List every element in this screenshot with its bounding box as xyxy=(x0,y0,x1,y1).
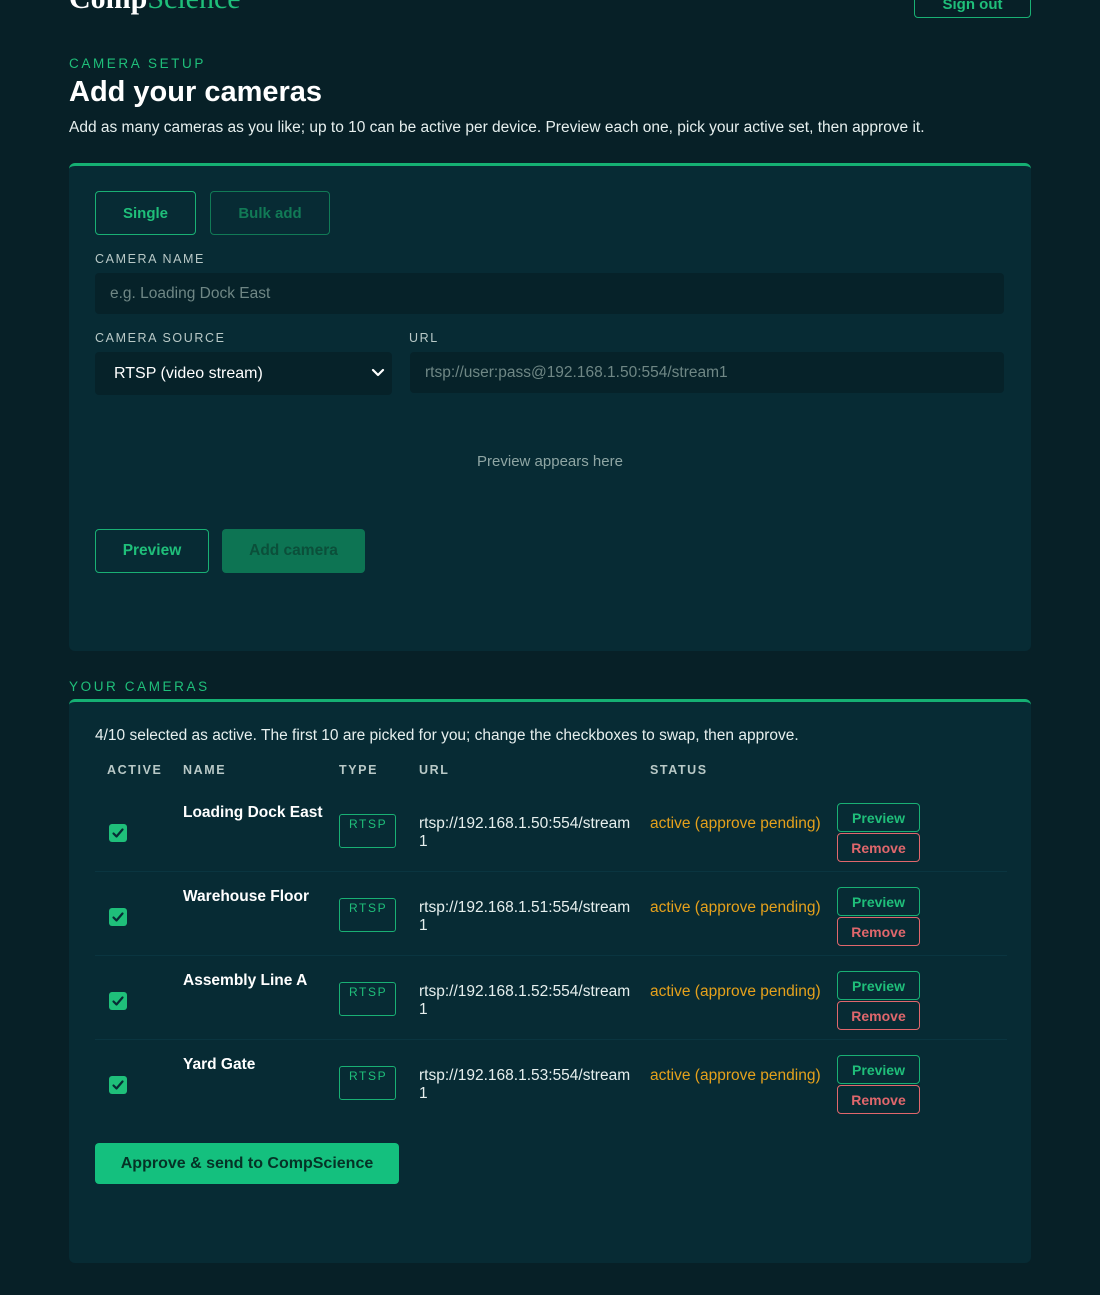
top-bar: CompScience Sign out xyxy=(0,0,1100,20)
column-url: URL xyxy=(419,763,450,777)
type-badge: RTSP xyxy=(339,898,396,932)
status-text: active (approve pending) xyxy=(650,983,821,1000)
row-remove-button[interactable]: Remove xyxy=(837,833,920,862)
active-checkbox[interactable] xyxy=(109,992,127,1010)
camera-name-label: CAMERA NAME xyxy=(95,252,205,266)
column-active: ACTIVE xyxy=(107,763,163,777)
camera-url: rtsp://192.168.1.53:554/stream1 xyxy=(419,1067,631,1102)
logo-text-main: Comp xyxy=(69,0,147,15)
checkmark-icon xyxy=(112,828,124,838)
row-remove-button[interactable]: Remove xyxy=(837,1001,920,1030)
camera-name-input[interactable] xyxy=(95,273,1004,314)
camera-name: Assembly Line A xyxy=(183,972,308,989)
preview-button[interactable]: Preview xyxy=(95,529,209,573)
type-badge: RTSP xyxy=(339,1066,396,1100)
column-status: STATUS xyxy=(650,763,708,777)
camera-source-label: CAMERA SOURCE xyxy=(95,331,226,345)
url-input[interactable] xyxy=(410,352,1004,393)
column-name: NAME xyxy=(183,763,227,777)
add-camera-card: Single Bulk add CAMERA NAME CAMERA SOURC… xyxy=(69,163,1031,651)
row-preview-button[interactable]: Preview xyxy=(837,1055,920,1084)
row-preview-button[interactable]: Preview xyxy=(837,887,920,916)
approve-send-button[interactable]: Approve & send to CompScience xyxy=(95,1143,399,1184)
column-type: TYPE xyxy=(339,763,379,777)
compscience-logo: CompScience xyxy=(69,0,241,14)
type-badge: RTSP xyxy=(339,982,396,1016)
mode-single-button[interactable]: Single xyxy=(95,191,196,235)
type-badge: RTSP xyxy=(339,814,396,848)
cameras-eyebrow: YOUR CAMERAS xyxy=(69,679,210,694)
checkmark-icon xyxy=(112,996,124,1006)
row-preview-button[interactable]: Preview xyxy=(837,803,920,832)
camera-name: Yard Gate xyxy=(183,1056,256,1073)
camera-source-value: RTSP (video stream) xyxy=(114,365,263,382)
checkmark-icon xyxy=(112,912,124,922)
camera-url: rtsp://192.168.1.51:554/stream1 xyxy=(419,899,631,934)
status-text: active (approve pending) xyxy=(650,815,821,832)
table-row: Loading Dock East RTSP rtsp://192.168.1.… xyxy=(95,788,1007,872)
row-remove-button[interactable]: Remove xyxy=(837,917,920,946)
table-row: Warehouse Floor RTSP rtsp://192.168.1.51… xyxy=(95,872,1007,956)
setup-intro: Add as many cameras as you like; up to 1… xyxy=(69,119,925,136)
chevron-down-icon xyxy=(368,362,388,382)
camera-url: rtsp://192.168.1.50:554/stream1 xyxy=(419,815,631,850)
preview-placeholder: Preview appears here xyxy=(477,453,623,470)
status-text: active (approve pending) xyxy=(650,1067,821,1084)
logo-text-accent: Science xyxy=(147,0,240,15)
setup-eyebrow: CAMERA SETUP xyxy=(69,56,206,71)
active-checkbox[interactable] xyxy=(109,824,127,842)
table-row: Yard Gate RTSP rtsp://192.168.1.53:554/s… xyxy=(95,1040,1007,1124)
status-text: active (approve pending) xyxy=(650,899,821,916)
add-camera-button[interactable]: Add camera xyxy=(222,529,365,573)
sign-out-button[interactable]: Sign out xyxy=(914,0,1031,18)
active-checkbox[interactable] xyxy=(109,908,127,926)
camera-name: Loading Dock East xyxy=(183,804,323,821)
table-row: Assembly Line A RTSP rtsp://192.168.1.52… xyxy=(95,956,1007,1040)
camera-source-select[interactable]: RTSP (video stream) xyxy=(95,352,392,395)
cameras-card: 4/10 selected as active. The first 10 ar… xyxy=(69,699,1031,1263)
page-title: Add your cameras xyxy=(69,76,323,108)
checkmark-icon xyxy=(112,1080,124,1090)
active-summary: 4/10 selected as active. The first 10 ar… xyxy=(95,727,799,744)
url-label: URL xyxy=(409,331,439,345)
row-preview-button[interactable]: Preview xyxy=(837,971,920,1000)
camera-url: rtsp://192.168.1.52:554/stream1 xyxy=(419,983,631,1018)
camera-name: Warehouse Floor xyxy=(183,888,310,905)
mode-bulk-button[interactable]: Bulk add xyxy=(210,191,330,235)
row-remove-button[interactable]: Remove xyxy=(837,1085,920,1114)
active-checkbox[interactable] xyxy=(109,1076,127,1094)
